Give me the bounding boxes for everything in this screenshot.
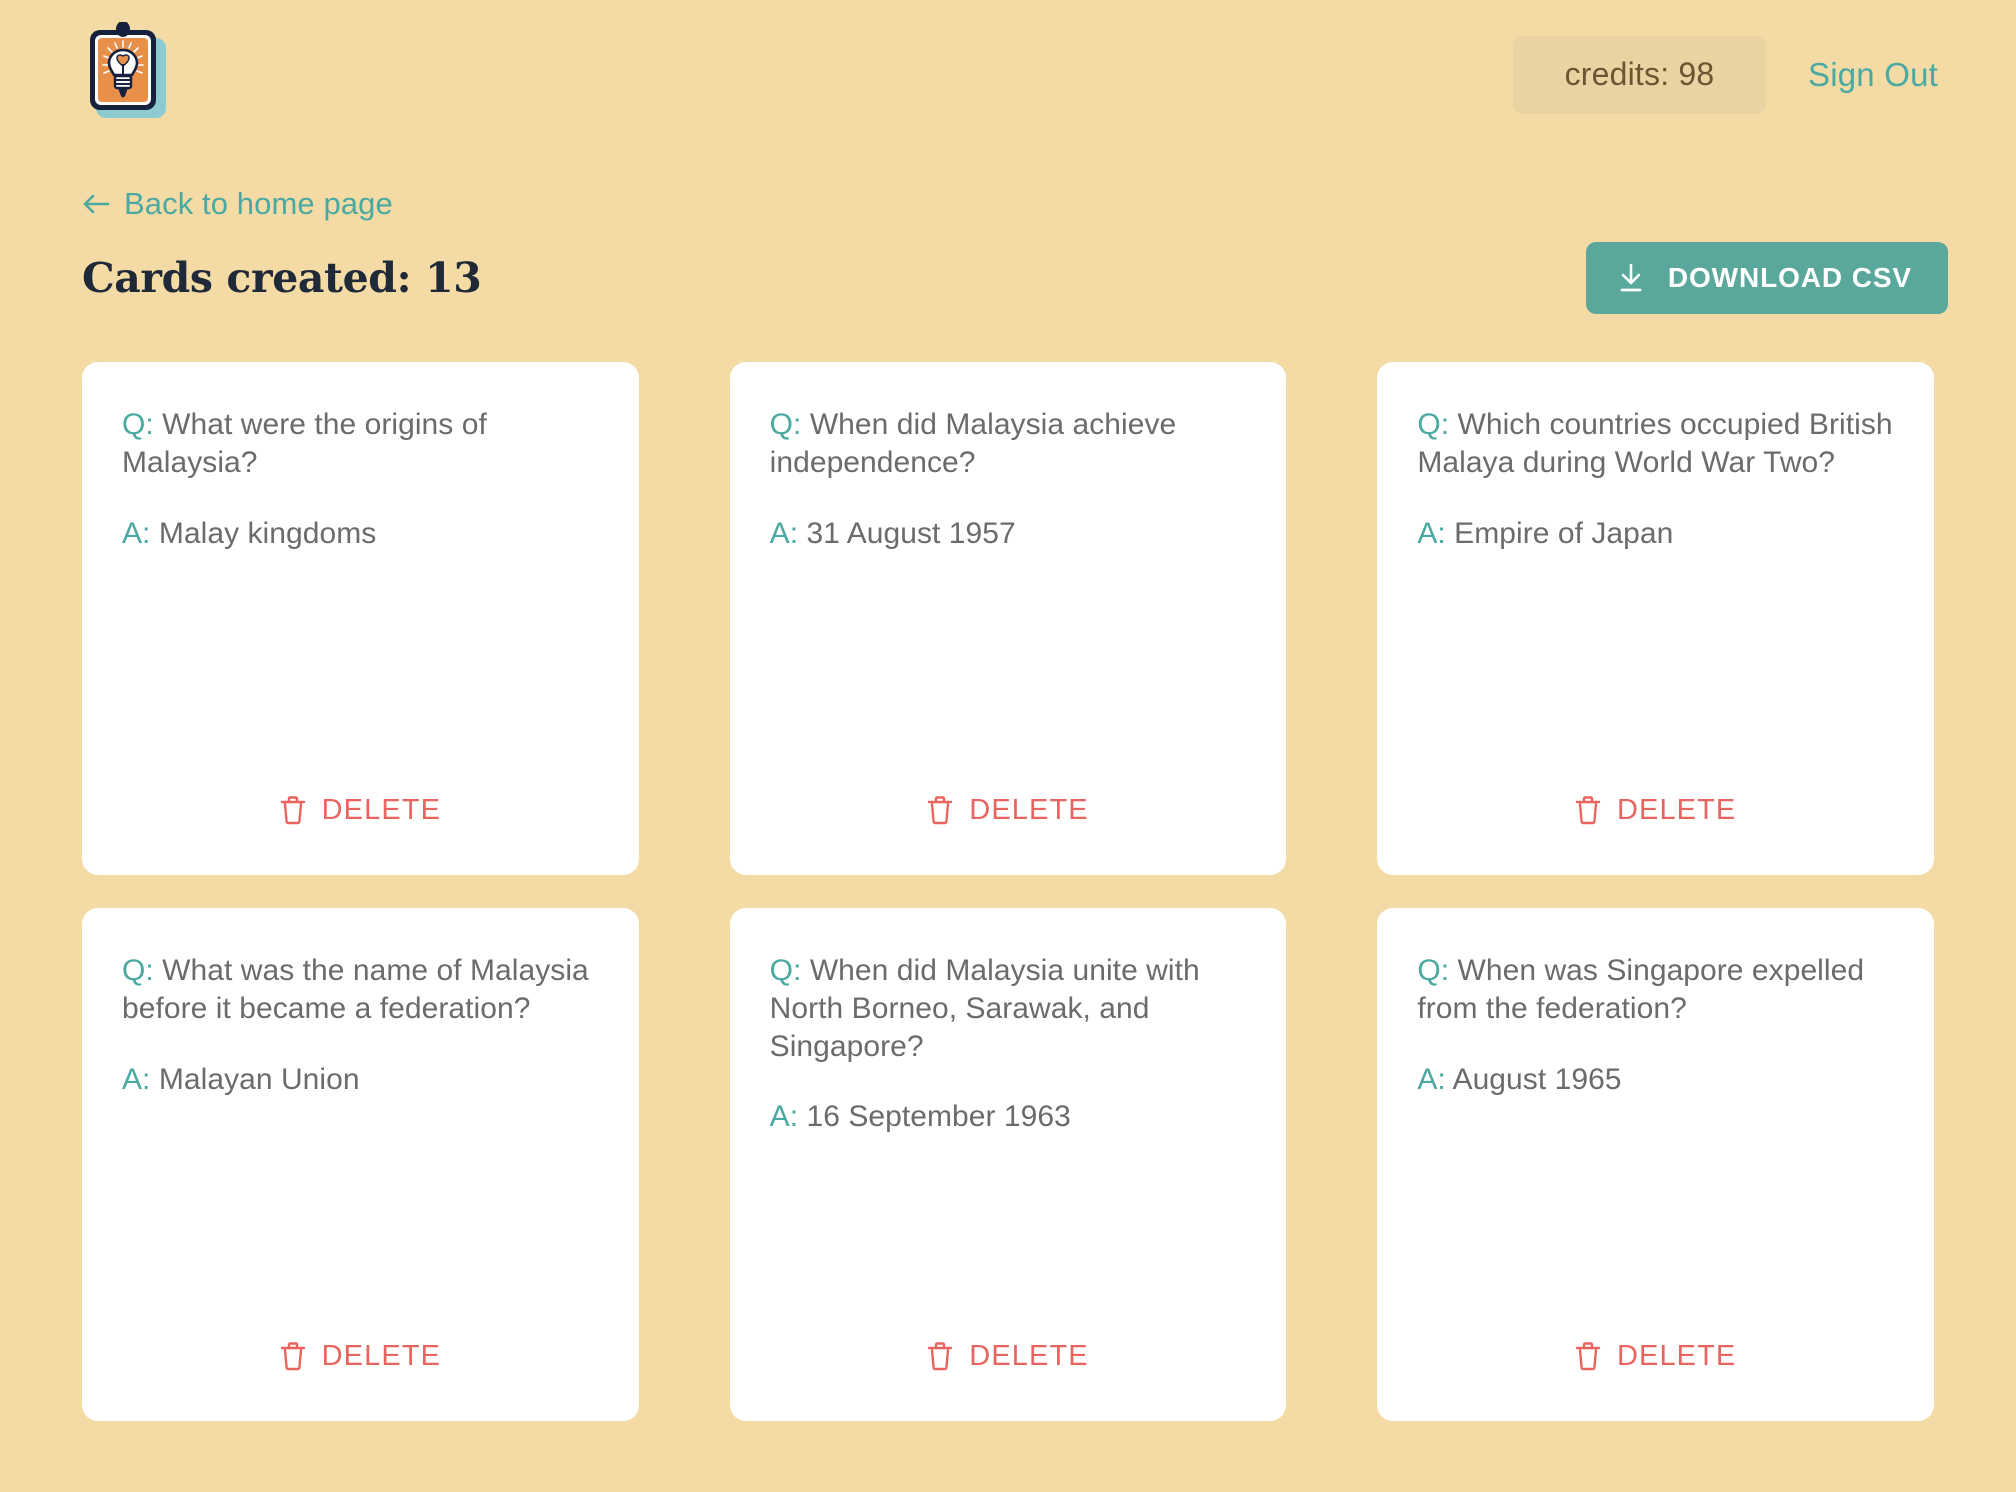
back-to-home-link[interactable]: Back to home page bbox=[82, 186, 393, 222]
header-actions: credits: 98 Sign Out bbox=[1512, 36, 1948, 114]
delete-label: DELETE bbox=[321, 793, 442, 826]
trash-icon bbox=[280, 795, 306, 825]
flashcard-2: Q: When did Malaysia achieve independenc… bbox=[729, 362, 1287, 875]
card-answer: A: Malayan Union bbox=[122, 1061, 599, 1099]
page-title: Cards created: 13 bbox=[82, 254, 482, 302]
question-prefix: Q: bbox=[1417, 408, 1458, 441]
answer-text: Empire of Japan bbox=[1454, 516, 1674, 550]
delete-label: DELETE bbox=[321, 1339, 442, 1372]
answer-prefix: A: bbox=[122, 1062, 159, 1096]
card-answer: A: Empire of Japan bbox=[1417, 515, 1894, 553]
question-text: When did Malaysia achieve independence? bbox=[769, 408, 1177, 479]
answer-text: 31 August 1957 bbox=[806, 516, 1016, 550]
card-question: Q: When did Malaysia achieve independenc… bbox=[770, 406, 1247, 482]
card-answer: A: August 1965 bbox=[1417, 1061, 1894, 1099]
flashcard-5: Q: When did Malaysia unite with North Bo… bbox=[729, 908, 1287, 1421]
question-text: What were the origins of Malaysia? bbox=[122, 408, 487, 479]
sign-out-button[interactable]: Sign Out bbox=[1808, 56, 1948, 94]
trash-icon bbox=[1575, 795, 1601, 825]
flashcard-6: Q: When was Singapore expelled from the … bbox=[1377, 908, 1934, 1421]
download-csv-button[interactable]: DOWNLOAD CSV bbox=[1585, 242, 1948, 314]
trash-icon bbox=[1575, 1341, 1601, 1371]
answer-text: Malay kingdoms bbox=[158, 516, 377, 550]
answer-prefix: A: bbox=[769, 1100, 807, 1134]
delete-label: DELETE bbox=[1616, 793, 1737, 826]
answer-prefix: A: bbox=[1417, 516, 1455, 550]
question-prefix: Q: bbox=[769, 408, 810, 441]
delete-card-button[interactable]: DELETE bbox=[1565, 789, 1746, 831]
answer-prefix: A: bbox=[1417, 1062, 1453, 1096]
card-answer: A: 16 September 1963 bbox=[770, 1098, 1247, 1136]
trash-icon bbox=[927, 795, 953, 825]
flashcard-1: Q: What were the origins of Malaysia? A:… bbox=[82, 362, 639, 875]
trash-icon bbox=[280, 1341, 306, 1371]
question-prefix: Q: bbox=[122, 408, 163, 441]
card-question: Q: When was Singapore expelled from the … bbox=[1417, 952, 1894, 1028]
card-question: Q: When did Malaysia unite with North Bo… bbox=[770, 952, 1247, 1065]
credits-badge: credits: 98 bbox=[1512, 36, 1766, 114]
delete-card-button[interactable]: DELETE bbox=[270, 1335, 451, 1377]
question-text: When did Malaysia unite with North Borne… bbox=[769, 954, 1200, 1063]
question-prefix: Q: bbox=[1417, 954, 1458, 987]
flashcards-grid: Q: What were the origins of Malaysia? A:… bbox=[0, 318, 2016, 1421]
back-link-label: Back to home page bbox=[124, 186, 393, 221]
question-text: What was the name of Malaysia before it … bbox=[122, 954, 589, 1025]
lightbulb-card-logo-icon[interactable] bbox=[84, 22, 170, 120]
delete-label: DELETE bbox=[969, 793, 1089, 826]
arrow-left-icon bbox=[82, 192, 110, 216]
flashcard-3: Q: Which countries occupied British Mala… bbox=[1377, 362, 1934, 875]
flashcard-4: Q: What was the name of Malaysia before … bbox=[82, 908, 639, 1421]
delete-card-button[interactable]: DELETE bbox=[917, 1335, 1098, 1377]
question-text: When was Singapore expelled from the fed… bbox=[1417, 954, 1865, 1025]
question-prefix: Q: bbox=[122, 954, 163, 987]
download-csv-label: DOWNLOAD CSV bbox=[1667, 262, 1912, 293]
delete-label: DELETE bbox=[1616, 1339, 1737, 1372]
trash-icon bbox=[927, 1341, 953, 1371]
question-text: Which countries occupied British Malaya … bbox=[1417, 408, 1893, 479]
answer-text: 16 September 1963 bbox=[806, 1100, 1071, 1134]
delete-card-button[interactable]: DELETE bbox=[1565, 1335, 1746, 1377]
answer-text: Malayan Union bbox=[158, 1062, 360, 1096]
subheader: Back to home page Cards created: 13 DOWN… bbox=[0, 150, 2016, 318]
answer-prefix: A: bbox=[769, 516, 807, 550]
page-header: credits: 98 Sign Out bbox=[0, 0, 2016, 150]
answer-text: August 1965 bbox=[1452, 1062, 1622, 1096]
delete-label: DELETE bbox=[969, 1339, 1089, 1372]
delete-card-button[interactable]: DELETE bbox=[270, 789, 451, 831]
download-icon bbox=[1616, 262, 1646, 294]
card-question: Q: What were the origins of Malaysia? bbox=[122, 406, 599, 482]
title-row: Cards created: 13 DOWNLOAD CSV bbox=[82, 238, 1948, 318]
card-question: Q: Which countries occupied British Mala… bbox=[1417, 406, 1894, 482]
card-answer: A: 31 August 1957 bbox=[770, 515, 1247, 553]
answer-prefix: A: bbox=[122, 516, 159, 550]
question-prefix: Q: bbox=[769, 954, 810, 987]
delete-card-button[interactable]: DELETE bbox=[917, 789, 1098, 831]
card-answer: A: Malay kingdoms bbox=[122, 515, 599, 553]
card-question: Q: What was the name of Malaysia before … bbox=[122, 952, 599, 1028]
